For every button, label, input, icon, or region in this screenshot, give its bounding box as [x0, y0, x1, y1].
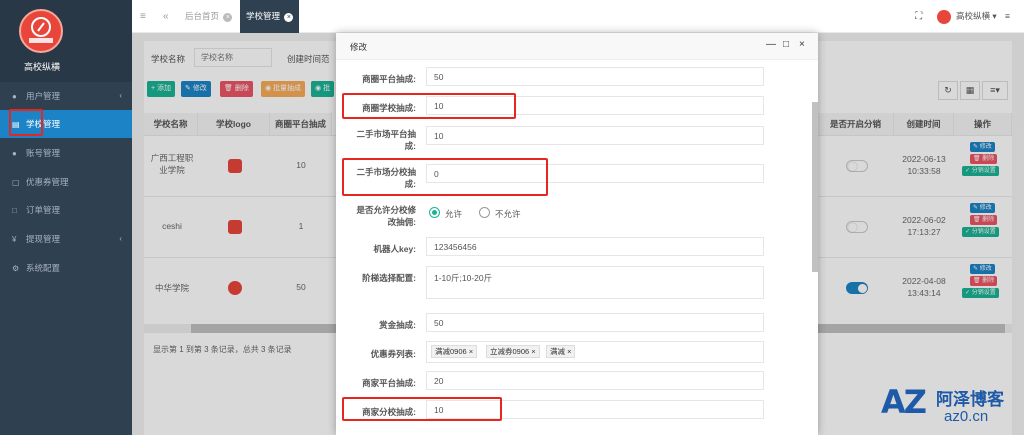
maximize-icon[interactable]: □ [783, 39, 789, 50]
top-bar: ≡ « 后台首页 × 学校管理 × ⛶ 高校纵横 ▾ ≡ [132, 0, 1024, 33]
user-menu[interactable]: ⛶ 高校纵横 ▾ ≡ [915, 0, 1010, 33]
highlight-box [342, 93, 516, 119]
close-icon[interactable]: × [799, 39, 805, 50]
chevron-left-icon: ‹ [119, 234, 122, 243]
coupon-tag-label: 满减0906 [435, 347, 467, 356]
ladder-config-textarea[interactable]: 1-10斤;10-20斤 [426, 266, 764, 299]
user-name: 高校纵横 [955, 11, 990, 21]
sidebar-header: 高校纵横 [0, 0, 132, 82]
watermark-az: AZ [881, 383, 927, 421]
sidebar-item-accounts[interactable]: ● 账号管理 [0, 139, 132, 167]
sidebar-item-label: 用户管理 [26, 91, 61, 101]
users-icon: ● [12, 149, 17, 158]
sidebar-item-orders[interactable]: □ 订单管理 [0, 196, 132, 224]
watermark-name: 阿泽博客 [936, 390, 1004, 409]
menu-toggle-icon[interactable]: ≡ [140, 0, 146, 33]
highlight-box [342, 397, 502, 421]
sidebar-item-coupons[interactable]: ▢ 优惠券管理 [0, 168, 132, 196]
remove-icon[interactable]: × [567, 347, 571, 356]
sidebar-item-label: 提现管理 [26, 234, 61, 244]
field-label: 成: [404, 141, 416, 151]
user-icon: ● [12, 92, 17, 101]
tab-scroll-left-icon[interactable]: « [163, 0, 169, 33]
coupon-tag-label: 立减券0906 [490, 347, 530, 356]
sidebar-item-label: 账号管理 [26, 148, 61, 158]
coupon-tag-label: 满减 [550, 347, 565, 356]
close-icon[interactable]: × [284, 13, 294, 22]
field-label: 二手市场平台抽 [356, 129, 416, 139]
highlight-box [342, 158, 548, 196]
remove-icon[interactable]: × [531, 347, 535, 356]
field-label: 商家平台抽成: [362, 378, 416, 388]
field-label: 改抽佣: [387, 217, 416, 227]
chevron-left-icon: ‹ [119, 91, 122, 100]
coupon-icon: ▢ [12, 178, 20, 187]
more-icon[interactable]: ≡ [1005, 11, 1010, 21]
sidebar-item-settings[interactable]: ⚙ 系统配置 [0, 254, 132, 282]
watermark-url: az0.cn [944, 408, 989, 425]
app-title: 高校纵横 [23, 62, 60, 72]
app-logo [19, 9, 63, 53]
platform-rate-input[interactable]: 50 [426, 67, 764, 86]
sidebar: 高校纵横 ● 用户管理 ‹ ▤ 学校管理 ● 账号管理 ▢ 优惠券管理 □ 订单管理 ¥ 提… [0, 0, 132, 435]
fullscreen-icon[interactable]: ⛶ [915, 11, 922, 22]
avatar [936, 9, 951, 24]
field-label: 是否允许分校修 [356, 205, 416, 215]
watermark-logo: AZ 阿泽博客 az0.cn [878, 381, 1024, 435]
sidebar-item-label: 优惠券管理 [26, 177, 69, 187]
disallow-radio[interactable] [479, 207, 490, 218]
tab-school-management[interactable]: 学校管理 × [240, 0, 300, 33]
gear-icon: ⚙ [12, 264, 20, 273]
robot-key-input[interactable]: 123456456 [426, 237, 764, 256]
field-label: 商圈平台抽成: [362, 74, 416, 84]
minimize-icon[interactable]: — [766, 39, 776, 50]
merchant-platform-rate-input[interactable]: 20 [426, 371, 764, 390]
disallow-label: 不允许 [495, 209, 521, 219]
field-label: 阶梯选择配置: [362, 273, 416, 283]
secondhand-platform-rate-input[interactable]: 10 [426, 126, 764, 145]
coupon-tag: 立减券0906 × [486, 345, 540, 358]
tab-label: 学校管理 [246, 11, 281, 21]
sidebar-item-label: 系统配置 [26, 263, 61, 273]
caret-down-icon: ▾ [992, 11, 997, 21]
field-label: 赏金抽成: [379, 320, 416, 330]
tab-home[interactable]: 后台首页 × [179, 0, 238, 33]
order-icon: □ [12, 206, 17, 215]
coupon-tag: 满减 × [546, 345, 576, 358]
sidebar-item-users[interactable]: ● 用户管理 ‹ [0, 82, 132, 110]
dialog-title: 修改 [350, 42, 368, 52]
bounty-rate-input[interactable]: 50 [426, 313, 764, 332]
allow-radio[interactable] [429, 207, 440, 218]
field-label: 机器人key: [373, 244, 416, 254]
remove-icon[interactable]: × [469, 347, 473, 356]
dialog-header: 修改 — □ × [336, 33, 818, 60]
tab-label: 后台首页 [185, 11, 220, 21]
yen-icon: ¥ [12, 235, 17, 244]
allow-label: 允许 [445, 209, 463, 219]
sidebar-item-withdrawals[interactable]: ¥ 提现管理 ‹ [0, 225, 132, 253]
sidebar-item-label: 订单管理 [26, 205, 61, 215]
vertical-scrollbar[interactable] [812, 102, 818, 272]
field-label: 优惠券列表: [370, 349, 416, 359]
highlight-box [9, 109, 43, 136]
coupon-tag: 满减0906 × [431, 345, 478, 358]
close-icon[interactable]: × [223, 13, 233, 22]
